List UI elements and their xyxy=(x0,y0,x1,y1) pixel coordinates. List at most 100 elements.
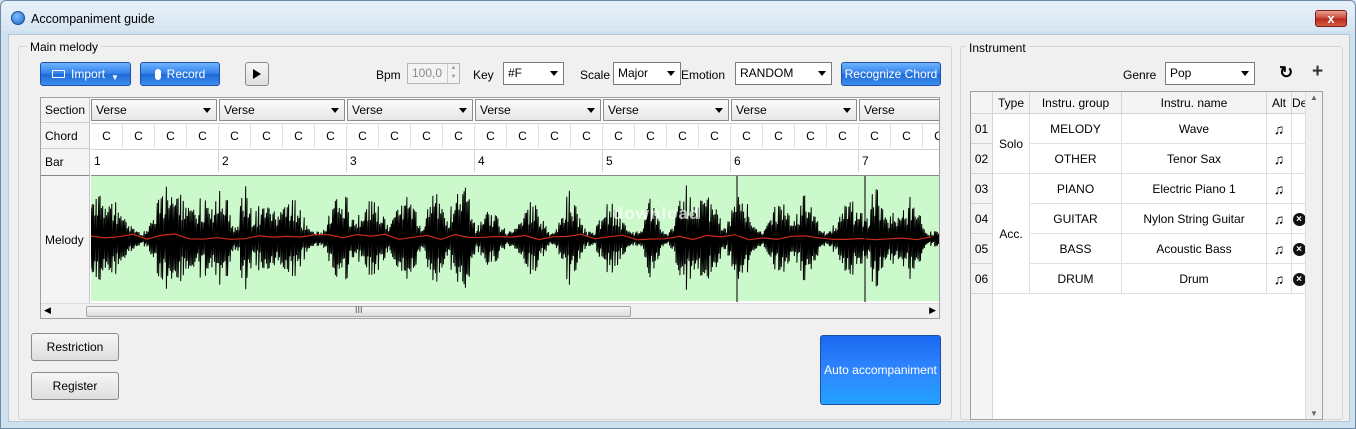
bpm-spinner-icon[interactable]: ▲ ▼ xyxy=(447,64,459,83)
chord-cell[interactable]: C xyxy=(475,124,507,148)
import-label: Import xyxy=(71,67,106,81)
instrument-group-cell[interactable]: GUITAR xyxy=(1030,204,1122,234)
chord-row-header: Chord xyxy=(41,123,90,149)
register-button[interactable]: Register xyxy=(31,372,119,400)
delete-icon[interactable]: × xyxy=(1292,273,1306,287)
scroll-up-icon[interactable]: ▲ xyxy=(1310,93,1318,102)
alt-cell[interactable]: ♫ xyxy=(1267,114,1292,144)
music-note-icon[interactable]: ♫ xyxy=(1274,181,1285,197)
recognize-chord-button[interactable]: Recognize Chord xyxy=(841,62,941,86)
instrument-group-cell[interactable]: PIANO xyxy=(1030,174,1122,204)
instrument-name-cell[interactable]: Wave xyxy=(1122,114,1267,144)
melody-waveform[interactable]: download xyxy=(90,175,939,302)
chord-cell[interactable]: C xyxy=(603,124,635,148)
waveform-svg xyxy=(90,176,939,302)
scale-select[interactable]: Major xyxy=(613,62,681,85)
restriction-button[interactable]: Restriction xyxy=(31,333,119,361)
instrument-group-cell[interactable]: MELODY xyxy=(1030,114,1122,144)
scroll-thumb[interactable]: III xyxy=(86,305,631,317)
section-select[interactable]: Verse xyxy=(219,99,345,121)
section-select[interactable]: Verse xyxy=(347,99,473,121)
alt-cell[interactable]: ♫ xyxy=(1267,174,1292,204)
instrument-name-cell[interactable]: Acoustic Bass xyxy=(1122,234,1267,264)
chord-cell[interactable]: C xyxy=(571,124,603,148)
chord-cell[interactable]: C xyxy=(795,124,827,148)
chord-cell[interactable]: C xyxy=(91,124,123,148)
music-note-icon[interactable]: ♫ xyxy=(1274,241,1285,257)
bpm-input[interactable]: 100,0 ▲ ▼ xyxy=(407,63,460,84)
key-value: #F xyxy=(508,66,523,80)
instrument-name-cell[interactable]: Nylon String Guitar xyxy=(1122,204,1267,234)
alt-cell[interactable]: ♫ xyxy=(1267,144,1292,174)
section-select[interactable]: Verse xyxy=(603,99,729,121)
section-select[interactable]: Verse xyxy=(91,99,217,121)
chord-cell[interactable]: C xyxy=(923,124,939,148)
chord-cell[interactable]: C xyxy=(283,124,315,148)
music-note-icon[interactable]: ♫ xyxy=(1274,271,1285,287)
music-note-icon[interactable]: ♫ xyxy=(1274,151,1285,167)
chord-cell[interactable]: C xyxy=(539,124,571,148)
chord-cell[interactable]: C xyxy=(891,124,923,148)
instrument-name-cell[interactable]: Drum xyxy=(1122,264,1267,294)
chord-cell[interactable]: C xyxy=(827,124,859,148)
vertical-scrollbar[interactable]: ▲ ▼ xyxy=(1305,92,1322,419)
chord-cell[interactable]: C xyxy=(155,124,187,148)
genre-select[interactable]: Pop xyxy=(1165,62,1255,85)
row-number: 06 xyxy=(971,264,993,294)
chord-cell[interactable]: C xyxy=(187,124,219,148)
row-number: 05 xyxy=(971,234,993,264)
instrument-name-cell[interactable]: Electric Piano 1 xyxy=(1122,174,1267,204)
close-button[interactable]: x xyxy=(1315,10,1347,27)
refresh-icon[interactable]: ↻ xyxy=(1279,63,1293,83)
section-select[interactable]: Verse xyxy=(859,99,939,121)
scroll-down-icon[interactable]: ▼ xyxy=(1310,409,1318,418)
scroll-left-icon[interactable]: ◀ xyxy=(44,305,51,316)
section-select[interactable]: Verse xyxy=(731,99,857,121)
chord-cell[interactable]: C xyxy=(859,124,891,148)
instrument-group-cell[interactable]: BASS xyxy=(1030,234,1122,264)
main-melody-legend: Main melody xyxy=(27,40,102,54)
chord-cell[interactable]: C xyxy=(667,124,699,148)
chord-cell[interactable]: C xyxy=(731,124,763,148)
music-note-icon[interactable]: ♫ xyxy=(1274,211,1285,227)
row-number: 01 xyxy=(971,114,993,144)
chord-cell[interactable]: C xyxy=(635,124,667,148)
section-value: Verse xyxy=(736,103,767,117)
type-solo-cell: Solo xyxy=(993,114,1030,174)
alt-cell[interactable]: ♫ xyxy=(1267,234,1292,264)
record-button[interactable]: Record xyxy=(140,62,220,86)
chord-cell[interactable]: C xyxy=(347,124,379,148)
chord-cell[interactable]: C xyxy=(507,124,539,148)
chord-cell[interactable]: C xyxy=(123,124,155,148)
alt-cell[interactable]: ♫ xyxy=(1267,264,1292,294)
horizontal-scrollbar[interactable]: ◀ III ▶ xyxy=(41,303,939,318)
section-value: Verse xyxy=(608,103,639,117)
import-button[interactable]: Import ▼ xyxy=(40,62,131,86)
chord-cell[interactable]: C xyxy=(379,124,411,148)
chord-cell[interactable]: C xyxy=(763,124,795,148)
chord-cell[interactable]: C xyxy=(699,124,731,148)
chord-cell[interactable]: C xyxy=(219,124,251,148)
add-icon[interactable]: + xyxy=(1312,61,1323,83)
chord-cell[interactable]: C xyxy=(443,124,475,148)
alt-cell[interactable]: ♫ xyxy=(1267,204,1292,234)
instrument-group-cell[interactable]: OTHER xyxy=(1030,144,1122,174)
delete-icon[interactable]: × xyxy=(1292,243,1306,257)
play-button[interactable] xyxy=(245,62,269,86)
scroll-right-icon[interactable]: ▶ xyxy=(929,305,936,316)
scale-value: Major xyxy=(618,66,649,80)
delete-icon[interactable]: × xyxy=(1292,213,1306,227)
music-note-icon[interactable]: ♫ xyxy=(1274,121,1285,137)
section-select[interactable]: Verse xyxy=(475,99,601,121)
chord-cell[interactable]: C xyxy=(251,124,283,148)
instrument-group-cell[interactable]: DRUM xyxy=(1030,264,1122,294)
emotion-select[interactable]: RANDOM xyxy=(735,62,832,85)
chevron-down-icon: ▼ xyxy=(111,72,119,82)
chevron-down-icon xyxy=(715,108,723,113)
instrument-name-cell[interactable]: Tenor Sax xyxy=(1122,144,1267,174)
auto-accompaniment-button[interactable]: Auto accompaniment xyxy=(820,335,941,405)
key-select[interactable]: #F xyxy=(503,62,564,85)
chord-cell[interactable]: C xyxy=(315,124,347,148)
chord-cell[interactable]: C xyxy=(411,124,443,148)
bar-number: 1 xyxy=(91,150,219,172)
